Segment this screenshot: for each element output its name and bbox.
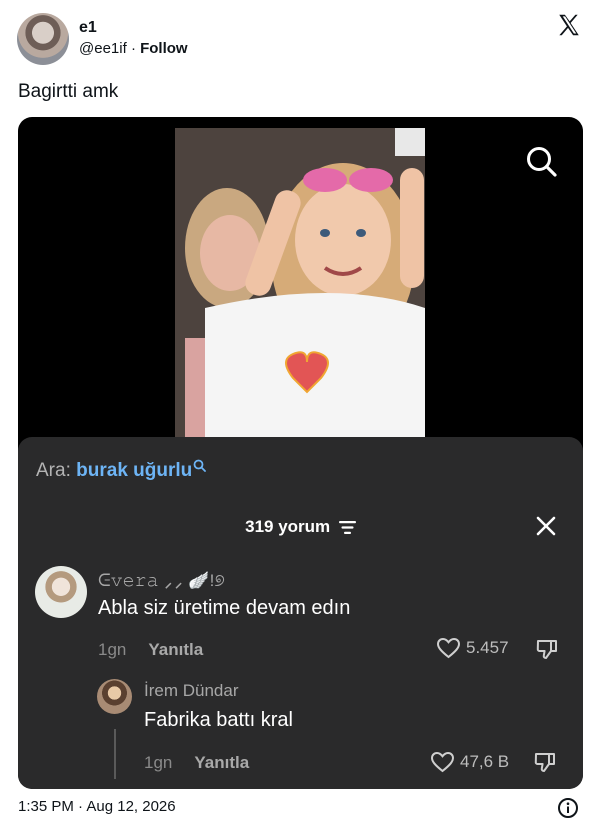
separator-dot: · — [130, 40, 136, 57]
tweet-card: e1 @ee1if · Follow Bagirtti amk Ara: bur… — [0, 0, 600, 838]
author-name[interactable]: e1 — [79, 18, 188, 38]
comment-text: Abla siz üretime devam edın — [98, 597, 351, 619]
author-avatar[interactable] — [17, 13, 69, 65]
comment-time: 1gn — [144, 753, 173, 772]
video-frame[interactable] — [175, 128, 425, 438]
author-handle-line: @ee1if · Follow — [79, 39, 188, 59]
tweet-text: Bagirtti amk — [18, 81, 119, 102]
comment-meta: 1gn Yanıtla — [98, 639, 203, 661]
search-icon[interactable] — [525, 145, 559, 179]
author-block: e1 @ee1if · Follow — [79, 18, 188, 59]
reply-avatar[interactable] — [97, 679, 132, 714]
tweet-timestamp[interactable]: 1:35 PM · Aug 12, 2026 — [18, 797, 176, 817]
video-image — [175, 128, 425, 438]
comment-count: 319 yorum — [18, 516, 583, 538]
comments-panel: Ara: burak uğurlu 319 yorum ᕮ𝚟𝚎𝚛𝚊 ⸝⸝ 🪽!୭… — [18, 437, 583, 789]
search-query-link[interactable]: burak uğurlu — [76, 460, 192, 481]
like-button[interactable]: 47,6 B — [430, 751, 509, 773]
comment-count-label: 319 yorum — [245, 517, 331, 536]
comment-text: Fabrika battı kral — [144, 709, 293, 731]
comment-time: 1gn — [98, 640, 127, 659]
tweet-media[interactable]: Ara: burak uğurlu 319 yorum ᕮ𝚟𝚎𝚛𝚊 ⸝⸝ 🪽!୭… — [18, 117, 583, 789]
comment-username[interactable]: ᕮ𝚟𝚎𝚛𝚊 ⸝⸝ 🪽!୭ — [98, 570, 225, 592]
like-count: 5.457 — [466, 638, 509, 657]
sort-icon[interactable] — [338, 521, 356, 535]
info-icon[interactable] — [557, 797, 579, 819]
comment-search-row[interactable]: Ara: burak uğurlu — [36, 459, 207, 483]
like-count: 47,6 B — [460, 752, 510, 771]
comment-meta: 1gn Yanıtla — [144, 752, 249, 774]
search-prefix: Ara: — [36, 460, 71, 481]
heart-icon — [430, 751, 455, 773]
mini-search-icon — [193, 459, 207, 472]
dislike-icon[interactable] — [533, 750, 557, 774]
reply-button[interactable]: Yanıtla — [148, 640, 203, 659]
thread-line — [114, 729, 116, 779]
like-button[interactable]: 5.457 — [436, 637, 509, 659]
follow-button[interactable]: Follow — [140, 40, 188, 57]
x-logo-icon[interactable] — [556, 12, 582, 38]
heart-icon — [436, 637, 461, 659]
reply-button[interactable]: Yanıtla — [194, 753, 249, 772]
close-icon[interactable] — [535, 515, 557, 537]
comment-avatar[interactable] — [35, 566, 87, 618]
dislike-icon[interactable] — [535, 637, 559, 661]
author-handle[interactable]: @ee1if — [79, 40, 127, 57]
comment-username[interactable]: İrem Dündar — [144, 680, 238, 702]
